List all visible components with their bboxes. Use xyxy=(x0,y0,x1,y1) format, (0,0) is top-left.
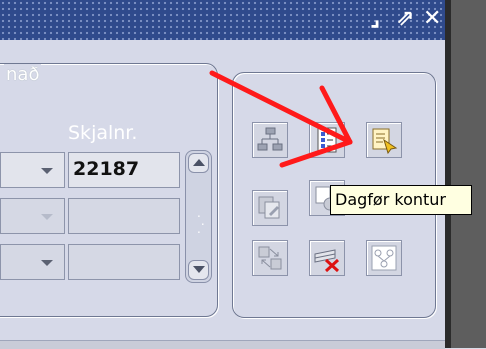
scroll-up-button[interactable] xyxy=(188,153,209,173)
copy-edit-button[interactable] xyxy=(252,190,288,226)
update-outline-button[interactable] xyxy=(366,122,402,158)
diagram-icon xyxy=(371,245,397,271)
skjalnr-field-row-1[interactable]: 22187 xyxy=(68,152,180,188)
transfer-button[interactable] xyxy=(252,240,288,276)
hierarchy-icon xyxy=(257,127,283,151)
chevron-down-icon[interactable] xyxy=(41,199,53,235)
diagram-button[interactable] xyxy=(366,240,402,276)
checklist-button[interactable] xyxy=(309,122,345,158)
hierarchy-button[interactable] xyxy=(252,122,288,158)
minimize-icon[interactable]: ⌟ xyxy=(370,6,380,32)
chevron-down-icon[interactable] xyxy=(41,153,53,189)
skjalnr-value: 22187 xyxy=(73,158,140,180)
row-2-select[interactable] xyxy=(0,198,65,234)
window-title-bar: ⌟ ⇗ ✕ xyxy=(0,0,445,40)
chevron-down-icon[interactable] xyxy=(41,245,53,281)
skjalnr-field-row-3[interactable] xyxy=(68,244,180,280)
scroll-down-button[interactable] xyxy=(188,260,209,280)
maximize-icon[interactable]: ⇗ xyxy=(396,6,414,32)
transfer-icon xyxy=(258,246,282,270)
delete-button[interactable] xyxy=(309,240,345,276)
copy-edit-icon xyxy=(258,196,280,219)
records-scrollbar[interactable]: . .. xyxy=(185,150,212,283)
checklist-icon xyxy=(317,127,337,153)
row-1-select[interactable] xyxy=(0,152,65,188)
row-3-select[interactable] xyxy=(0,244,65,280)
edit-document-icon xyxy=(372,128,398,154)
delete-icon xyxy=(314,249,340,272)
tooltip: Dagfør kontur xyxy=(330,185,472,215)
close-icon[interactable]: ✕ xyxy=(423,6,441,32)
skjalnr-field-row-2[interactable] xyxy=(68,198,180,234)
scroll-grip-icon[interactable]: . .. xyxy=(197,207,205,235)
skjalnr-column-header: Skjalnr. xyxy=(68,122,138,144)
frame-label: nað xyxy=(4,64,42,85)
window-edge xyxy=(445,0,486,348)
